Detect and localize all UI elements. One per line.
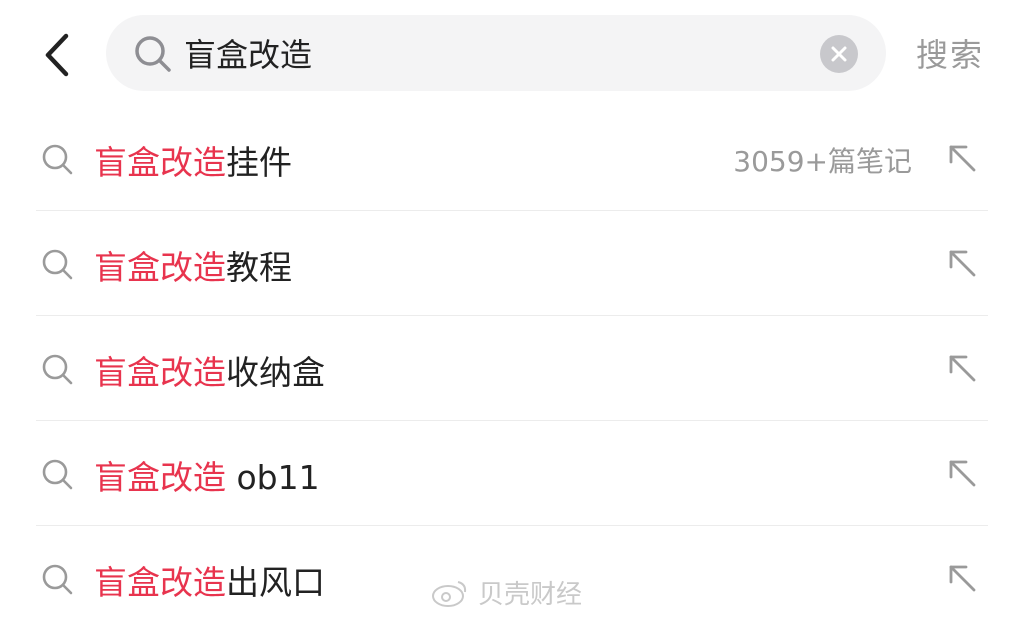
suggestion-suffix: 出风口 bbox=[226, 563, 325, 602]
search-icon bbox=[42, 144, 73, 175]
weibo-logo-icon bbox=[432, 580, 467, 607]
search-icon bbox=[42, 459, 73, 490]
search-icon bbox=[42, 249, 73, 280]
suggestion-suffix: 教程 bbox=[226, 248, 292, 287]
watermark: 贝壳财经 bbox=[430, 574, 582, 611]
suggestion-highlight: 盲盒改造 bbox=[94, 143, 226, 182]
search-box[interactable] bbox=[106, 15, 886, 91]
fill-arrow-icon[interactable] bbox=[946, 247, 978, 279]
search-icon bbox=[42, 564, 73, 595]
suggestion-highlight: 盲盒改造 bbox=[94, 353, 226, 392]
suggestion-text: 盲盒改造挂件 bbox=[94, 136, 292, 184]
note-count: 3059+篇笔记 bbox=[733, 145, 912, 178]
suggestion-row[interactable]: 盲盒改造教程 bbox=[36, 211, 988, 315]
suggestion-row[interactable]: 盲盒改造挂件 3059+篇笔记 bbox=[36, 106, 988, 210]
suggestion-row[interactable]: 盲盒改造 ob11 bbox=[36, 421, 988, 525]
suggestion-text: 盲盒改造 ob11 bbox=[94, 451, 320, 499]
fill-arrow-icon[interactable] bbox=[946, 352, 978, 384]
search-icon bbox=[42, 354, 73, 385]
suggestion-row[interactable]: 盲盒改造收纳盒 bbox=[36, 316, 988, 420]
suggestion-highlight: 盲盒改造 bbox=[94, 458, 226, 497]
search-input[interactable] bbox=[184, 27, 804, 79]
clear-icon bbox=[831, 46, 847, 62]
suggestion-suffix: 挂件 bbox=[226, 143, 292, 182]
search-submit-button[interactable]: 搜索 bbox=[916, 30, 984, 76]
suggestion-suffix: ob11 bbox=[226, 458, 320, 497]
suggestion-suffix: 收纳盒 bbox=[226, 353, 325, 392]
suggestion-text: 盲盒改造出风口 bbox=[94, 556, 325, 604]
clear-button[interactable] bbox=[820, 35, 858, 73]
suggestion-highlight: 盲盒改造 bbox=[94, 563, 226, 602]
fill-arrow-icon[interactable] bbox=[946, 562, 978, 594]
back-button[interactable] bbox=[30, 22, 86, 86]
suggestion-text: 盲盒改造收纳盒 bbox=[94, 346, 325, 394]
fill-arrow-icon[interactable] bbox=[946, 142, 978, 174]
watermark-text: 贝壳财经 bbox=[478, 580, 583, 610]
search-icon bbox=[135, 36, 171, 72]
suggestion-highlight: 盲盒改造 bbox=[94, 248, 226, 287]
suggestion-text: 盲盒改造教程 bbox=[94, 241, 292, 289]
fill-arrow-icon[interactable] bbox=[946, 457, 978, 489]
back-chevron-icon bbox=[45, 33, 69, 77]
